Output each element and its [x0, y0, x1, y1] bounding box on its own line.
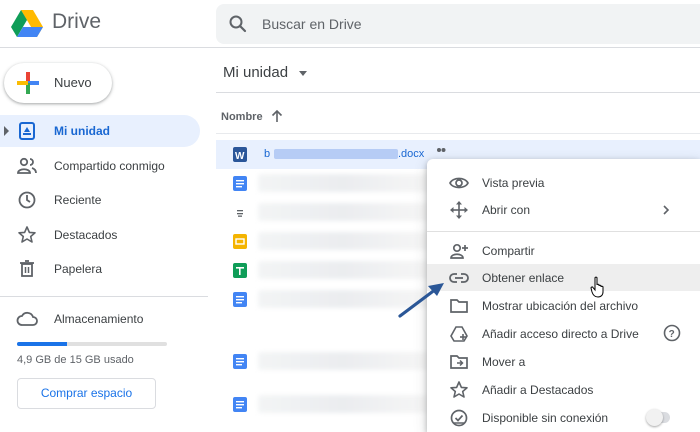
- storage-usage-text: 4,9 GB de 15 GB usado: [17, 354, 134, 366]
- move-folder-icon: [450, 355, 468, 369]
- menu-item-label: Obtener enlace: [482, 271, 565, 285]
- sidebar-divider: [0, 296, 208, 297]
- drive-shortcut-icon: [450, 326, 468, 342]
- menu-item-label: Añadir acceso directo a Drive: [482, 327, 639, 341]
- new-button-label: Nuevo: [54, 75, 92, 90]
- storage-title[interactable]: Almacenamiento: [54, 312, 143, 326]
- menu-item-label: Añadir a Destacados: [482, 383, 594, 397]
- my-drive-icon: [19, 122, 35, 140]
- move-arrows-icon: [450, 201, 468, 219]
- context-menu: Vista previa Abrir con Compartir Obtener…: [427, 159, 700, 432]
- menu-item-show-location[interactable]: Mostrar ubicación del archivo: [427, 292, 700, 319]
- sidebar-item-my-drive[interactable]: Mi unidad: [0, 115, 200, 147]
- menu-item-offline[interactable]: Disponible sin conexión: [427, 404, 700, 431]
- menu-item-label: Disponible sin conexión: [482, 411, 609, 425]
- menu-item-open-with[interactable]: Abrir con: [427, 196, 700, 223]
- header-divider: [216, 92, 700, 93]
- menu-item-label: Vista previa: [482, 176, 545, 190]
- people-icon: [17, 157, 37, 174]
- slides-file-icon: [233, 234, 247, 249]
- file-name-extension: .docx: [398, 148, 425, 160]
- menu-item-label: Mostrar ubicación del archivo: [482, 299, 639, 313]
- svg-text:?: ?: [669, 329, 675, 340]
- new-button[interactable]: Nuevo: [4, 63, 112, 103]
- sidebar-item-label: Reciente: [54, 193, 102, 207]
- folder-icon: [450, 299, 468, 313]
- annotation-arrow: [398, 283, 444, 318]
- offline-toggle[interactable]: [646, 409, 670, 426]
- chevron-right-icon: [663, 205, 670, 215]
- menu-item-move-to[interactable]: Mover a: [427, 348, 700, 375]
- menu-item-label: Abrir con: [482, 203, 531, 217]
- sidebar-item-starred[interactable]: Destacados: [0, 219, 200, 251]
- star-icon: [18, 226, 36, 243]
- menu-item-add-starred[interactable]: Añadir a Destacados: [427, 376, 700, 403]
- blurred-filename: [258, 174, 428, 192]
- sort-ascending-icon[interactable]: [271, 109, 283, 123]
- blurred-filename: [258, 232, 428, 250]
- sidebar-item-trash[interactable]: Papelera: [0, 253, 200, 285]
- redacted-filename: [274, 149, 398, 159]
- sidebar: Nuevo Mi unidad Compartido conmigo Recie…: [0, 48, 208, 432]
- drive-logo-icon[interactable]: [10, 6, 44, 40]
- clock-icon: [18, 191, 36, 209]
- star-outline-icon: [450, 381, 468, 398]
- link-icon: [449, 273, 469, 283]
- blurred-filename: [258, 261, 428, 279]
- help-icon[interactable]: ?: [663, 324, 681, 342]
- file-name-prefix: b: [264, 148, 271, 160]
- storage-usage-bar: [17, 342, 167, 346]
- search-icon[interactable]: [228, 14, 248, 34]
- shared-indicator-icon: [437, 148, 446, 152]
- docs-file-icon: [233, 176, 247, 191]
- menu-divider: [427, 231, 700, 232]
- menu-item-share[interactable]: Compartir: [427, 237, 700, 264]
- person-add-icon: [450, 243, 468, 259]
- buy-storage-button[interactable]: Comprar espacio: [17, 378, 156, 409]
- blurred-filename: [258, 203, 428, 221]
- docs-file-icon: [233, 397, 247, 412]
- menu-item-get-link[interactable]: Obtener enlace: [427, 264, 700, 291]
- blurred-filename: [258, 352, 428, 370]
- svg-text:W: W: [235, 151, 245, 162]
- sidebar-item-label: Mi unidad: [54, 124, 110, 138]
- hand-cursor-icon: [590, 276, 604, 298]
- offline-check-icon: [450, 409, 468, 427]
- dropdown-arrow-icon[interactable]: [299, 71, 307, 76]
- blurred-filename: [258, 395, 428, 413]
- sheets-file-icon: [233, 263, 247, 278]
- word-file-icon: W: [233, 147, 247, 162]
- expand-caret-icon[interactable]: [4, 126, 9, 136]
- app-title[interactable]: Drive: [52, 10, 101, 34]
- menu-item-label: Mover a: [482, 355, 526, 369]
- page-title[interactable]: Mi unidad: [223, 64, 288, 81]
- storage-usage-fill: [17, 342, 67, 346]
- sidebar-item-recent[interactable]: Reciente: [0, 184, 200, 216]
- sidebar-item-label: Destacados: [54, 228, 118, 242]
- toggle-knob: [646, 409, 663, 426]
- plus-icon: [17, 72, 39, 94]
- menu-item-label: Compartir: [482, 244, 535, 258]
- docs-file-icon: [233, 354, 247, 369]
- docs-file-icon: [233, 292, 247, 307]
- menu-item-add-shortcut[interactable]: Añadir acceso directo a Drive ?: [427, 320, 700, 347]
- sidebar-item-label: Papelera: [54, 262, 103, 276]
- sidebar-item-label: Compartido conmigo: [54, 159, 165, 173]
- column-header-name[interactable]: Nombre: [221, 111, 263, 123]
- eye-icon: [449, 177, 469, 189]
- text-file-icon: [237, 210, 243, 217]
- trash-icon: [20, 260, 34, 277]
- column-divider: [216, 133, 700, 134]
- search-input[interactable]: [262, 14, 662, 34]
- cloud-icon: [16, 311, 38, 326]
- top-bar: Drive: [0, 0, 700, 48]
- search-bar[interactable]: [216, 4, 700, 44]
- menu-item-preview[interactable]: Vista previa: [427, 169, 700, 196]
- sidebar-item-shared[interactable]: Compartido conmigo: [0, 150, 200, 182]
